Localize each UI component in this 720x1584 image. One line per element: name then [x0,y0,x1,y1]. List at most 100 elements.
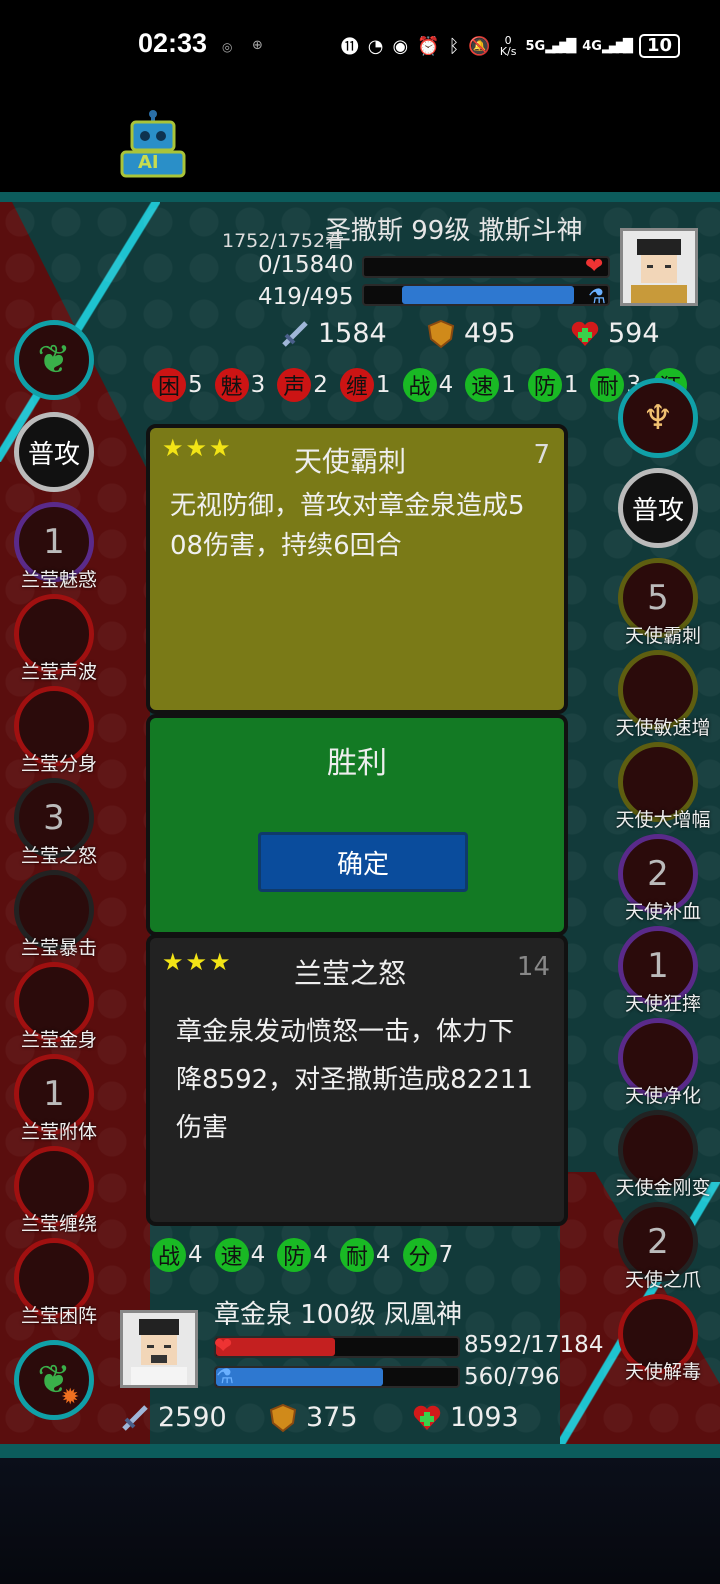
ai-label: AI [138,152,159,173]
skill-label: 天使狂摔 [624,993,701,1015]
card-bottom-title: 兰莹之怒 [294,957,407,990]
skill-label: 天使金刚变 [615,1177,711,1199]
card-top-desc: 无视防御，普攻对章金泉造成5 08伤害，持续6回合 [170,491,525,561]
buff-item: 缠1 [339,368,391,402]
player-mp-text: 560/796 [464,1364,560,1390]
enemy-title: 圣撒斯 99级 撒斯斗神 [325,216,583,246]
eye-icon: ◉ [392,35,409,57]
skill-label: 兰莹魅惑 [20,569,97,591]
left-skill-button[interactable]: 兰莹困阵 [14,1238,97,1327]
status-diamond-icon: ⊕ [252,38,263,53]
skill-label: 天使解毒 [624,1361,701,1383]
player-mp-fill [216,1368,383,1386]
buff-count: 3 [250,372,266,398]
skill-label: 兰莹声波 [20,661,97,683]
left-skill-button[interactable]: 兰莹暴击 [14,870,97,959]
buff-badge: 困 [152,368,186,402]
left-skill-button[interactable]: 兰莹分身 [14,686,97,775]
card-stars: ★★★ [162,434,233,462]
skill-label: 兰莹困阵 [20,1305,97,1327]
right-skill-button[interactable]: 2 天使之爪 [618,1202,701,1291]
skill-label: 天使补血 [624,901,701,923]
skill-label: 兰莹附体 [20,1121,97,1143]
skill-cooldown: 1 [43,1074,65,1114]
skill-label: 天使敏速增 [615,717,711,739]
buff-item: 声2 [277,368,328,402]
enemy-angel-skill[interactable]: ♆ [618,378,698,458]
signal-5g: 5G▂▄▆█ [525,38,577,54]
player-heart-icon: ❤ [214,1334,233,1359]
left-skill-button[interactable]: 3 兰莹之怒 [14,778,97,867]
skill-label: 天使之爪 [624,1269,701,1291]
buff-count: 7 [438,1242,454,1268]
right-skill-button[interactable]: 天使解毒 [618,1294,701,1383]
buff-item: 战4 [402,368,454,402]
buff-item: 速1 [465,368,516,402]
mute-icon: 🔕 [468,35,491,57]
skill-cooldown: 5 [647,578,669,618]
confirm-button[interactable]: 确定 [258,832,468,892]
buff-badge: 战 [152,1238,186,1272]
battery-indicator: 10 [638,34,680,58]
skill-label: 兰莹之怒 [20,845,97,867]
card-top-title: 天使霸刺 [294,445,407,478]
left-skill-button[interactable]: 兰莹金身 [14,962,97,1051]
enemy-buff-row: 困5魅3声2缠1战4速1防1耐3狂 [152,368,689,402]
skill-label: 兰莹暴击 [20,937,97,959]
right-skill-button[interactable]: 天使金刚变 [615,1110,711,1199]
skill-cooldown: 2 [647,854,669,894]
victory-title: 胜利 [327,746,387,781]
buff-item: 分7 [402,1238,454,1272]
right-normal-attack[interactable]: 普攻 [618,468,698,548]
player-title: 章金泉 100级 凤凰神 [214,1300,463,1330]
skill-cooldown: 3 [43,798,65,838]
buff-item: 速4 [214,1238,266,1272]
player-heal-stat: 1093 [412,1402,519,1433]
status-icons: ⓫ ◔ ◉ ⏰ ᛒ 🔕 0 K/s 5G▂▄▆█ 4G▂▄▆█ 10 [341,30,680,62]
player-mp-bar [214,1366,460,1388]
player-phoenix-skill[interactable]: ❦ ✹ [14,1340,94,1420]
victory-dialog: 胜利 [146,714,568,936]
right-skill-button[interactable]: 天使净化 [618,1018,701,1107]
status-time: 02:33 [138,28,208,58]
buff-badge: 声 [277,368,312,402]
buff-badge: 战 [402,368,437,402]
right-skill-button[interactable]: 1 天使狂摔 [618,926,701,1015]
enemy-hp-text: 0/15840 [258,252,354,278]
skill-label: 天使霸刺 [624,625,701,647]
left-skill-button[interactable]: 1 兰莹魅惑 [14,502,97,591]
skill-cooldown: 2 [647,1222,669,1262]
enemy-mp-fill [402,286,574,304]
left-skill-button[interactable]: 1 兰莹附体 [14,1054,97,1143]
buff-count: 1 [375,372,391,398]
skill-label: 天使净化 [624,1085,701,1107]
player-pet-skill[interactable]: ❦ [14,320,94,400]
buff-badge: 耐 [590,368,625,402]
buff-count: 4 [250,1242,266,1268]
buff-badge: 速 [214,1238,249,1272]
right-skill-button[interactable]: 2 天使补血 [618,834,701,923]
enemy-stamina: 1752/1752看 [222,230,345,252]
hd-icon: ⓫ [340,37,359,58]
buff-count: 2 [313,372,328,398]
buff-item: 防1 [527,368,578,402]
right-skill-button[interactable]: 5 天使霸刺 [618,558,701,647]
left-normal-attack[interactable]: 普攻 [14,412,94,492]
player-avatar [120,1310,198,1388]
heal-heart-icon [570,319,600,349]
left-skill-button[interactable]: 兰莹缠绕 [14,1146,97,1235]
skill-label: 兰莹缠绕 [20,1213,97,1235]
skill-label: 天使大增幅 [615,809,711,831]
buff-badge: 耐 [339,1238,374,1272]
potion-icon: ⚗ [588,284,606,308]
buff-count: 4 [438,372,454,398]
skill-cooldown: 1 [43,522,65,562]
left-skill-button[interactable]: 兰莹声波 [14,594,97,683]
speedometer-icon: ◔ [367,35,384,57]
ai-robot-button[interactable]: AI [120,108,186,178]
buff-badge: 魅 [214,368,249,402]
skill-card-top: ★★★ 天使霸刺 7 无视防御，普攻对章金泉造成5 08伤害，持续6回合 [146,424,568,714]
right-skill-button[interactable]: 天使敏速增 [615,650,711,739]
enemy-hp-bar [362,256,610,278]
right-skill-button[interactable]: 天使大增幅 [615,742,711,831]
